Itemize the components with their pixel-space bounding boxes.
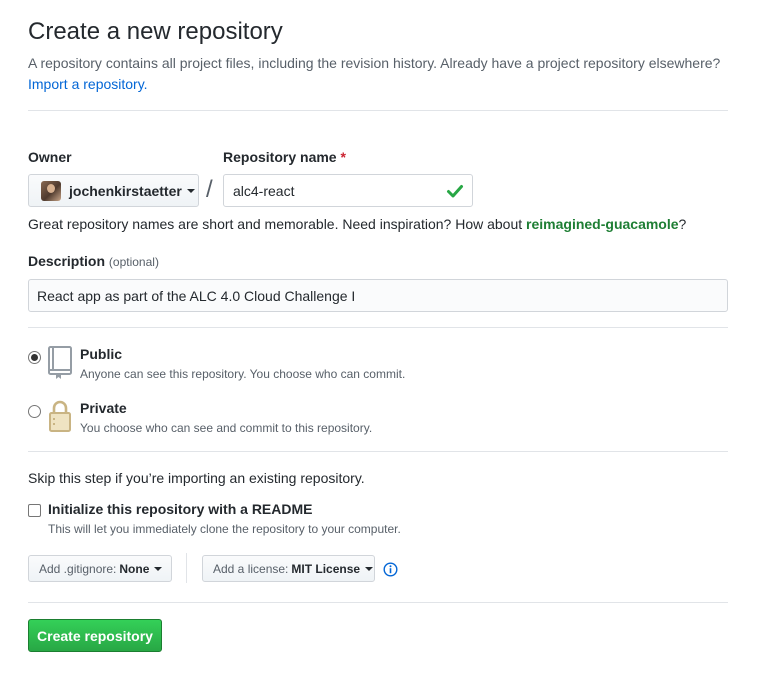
info-icon[interactable] [383,562,398,577]
license-select-button[interactable]: Add a license: MIT License [202,555,375,582]
owner-label: Owner [28,149,72,165]
repo-name-hint: Great repository names are short and mem… [28,216,686,232]
gitignore-prefix: Add .gitignore: [39,561,117,576]
lock-icon [49,400,71,432]
optional-tag: (optional) [108,255,159,269]
public-note: Anyone can see this repository. You choo… [80,367,406,381]
check-icon [447,185,463,198]
owner-repo-separator: / [206,176,213,203]
owner-name: jochenkirstaetter [69,182,182,199]
private-radio[interactable] [28,405,41,418]
hint-suffix: ? [678,216,687,232]
description-divider [28,327,728,328]
chevron-down-icon [154,566,163,571]
owner-select-button[interactable]: jochenkirstaetter [28,174,199,207]
visibility-divider [28,451,728,452]
private-title: Private [80,400,127,416]
repo-name-label: Repository name * [223,149,346,165]
actions-divider [28,602,728,603]
name-suggestion-link[interactable]: reimagined-guacamole [526,216,679,232]
page-subtitle: A repository contains all project files,… [28,53,728,95]
gitignore-select-button[interactable]: Add .gitignore: None [28,555,172,582]
license-prefix: Add a license: [213,561,289,576]
required-marker: * [340,149,346,165]
description-input[interactable]: React app as part of the ALC 4.0 Cloud C… [28,279,728,312]
avatar [41,180,61,201]
repo-name-input[interactable]: alc4-react [223,174,473,207]
readme-note: This will let you immediately clone the … [48,522,401,536]
public-radio[interactable] [28,351,41,364]
gitignore-value: None [119,561,150,576]
description-label-text: Description [28,253,106,269]
page-title: Create a new repository [28,18,283,45]
license-value: MIT License [291,561,361,576]
import-repository-link[interactable]: Import a repository. [28,76,148,92]
description-label: Description (optional) [28,253,159,269]
skip-step-text: Skip this step if you’re importing an ex… [28,470,365,486]
create-repository-button[interactable]: Create repository [28,619,162,652]
hint-prefix: Great repository names are short and mem… [28,216,523,232]
subtitle-text: A repository contains all project files,… [28,55,721,71]
public-title: Public [80,346,123,362]
readme-label[interactable]: Initialize this repository with a README [48,501,312,517]
repo-book-icon [48,346,72,379]
readme-checkbox[interactable] [28,504,41,517]
private-note: You choose who can see and commit to thi… [80,421,373,435]
chevron-down-icon [186,188,195,193]
chevron-down-icon [365,566,374,571]
select-separator [186,553,187,583]
repo-name-value: alc4-react [233,182,295,199]
repo-name-label-text: Repository name [223,149,337,165]
description-value: React app as part of the ALC 4.0 Cloud C… [37,287,356,304]
header-divider [28,110,728,111]
